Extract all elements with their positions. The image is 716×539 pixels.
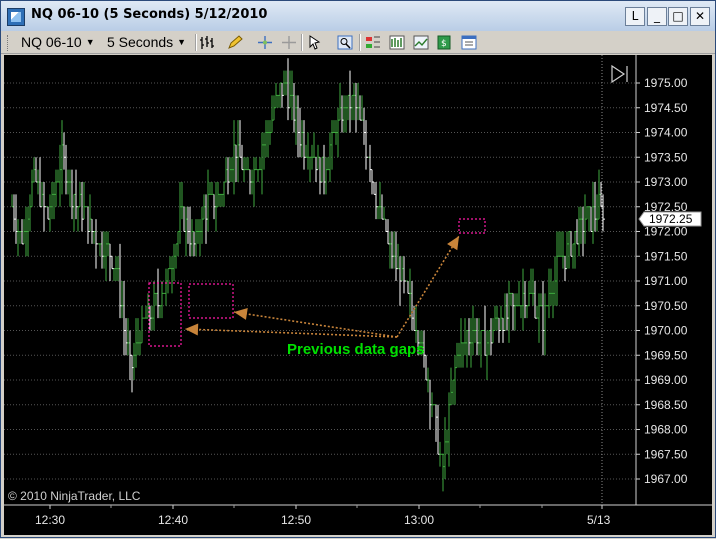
- data-gap-markers: [148, 218, 486, 347]
- chevron-down-icon: ▼: [177, 37, 187, 47]
- toolbar-grip[interactable]: [7, 35, 11, 51]
- properties-icon[interactable]: [461, 35, 477, 50]
- price-chart-canvas[interactable]: Previous data gaps 1975.00 1974.50 1974.00…: [4, 55, 712, 535]
- price-tick-label: 1969.50: [644, 348, 688, 362]
- pointer-icon[interactable]: [307, 35, 323, 50]
- price-tick-label: 1971.00: [644, 274, 688, 288]
- scroll-to-end-icon[interactable]: [608, 63, 632, 85]
- price-tick-label: 1967.00: [644, 472, 688, 486]
- data-gap-box: [458, 218, 486, 234]
- svg-text:$: $: [441, 39, 447, 49]
- price-tick-label: 1970.50: [644, 299, 688, 313]
- data-series-icon[interactable]: $: [436, 35, 452, 50]
- instrument-label: NQ 06-10: [21, 34, 82, 50]
- annotation-arrowhead: [447, 236, 459, 251]
- gap-annotation-text: Previous data gaps: [287, 341, 425, 358]
- price-tick-label: 1969.00: [644, 373, 688, 387]
- price-tick-label: 1970.00: [644, 324, 688, 338]
- last-price-marker: 1972.25: [638, 211, 702, 227]
- annotation-arrowhead: [185, 323, 199, 336]
- chevron-down-icon: ▼: [85, 37, 95, 47]
- annotation-arrow-line: [396, 235, 460, 338]
- price-tick-label: 1974.50: [644, 101, 688, 115]
- chart-trader-icon[interactable]: [365, 35, 381, 50]
- price-tick-label: 1973.00: [644, 175, 688, 189]
- price-tick-label: 1973.50: [644, 150, 688, 164]
- price-tick-label: 1971.50: [644, 249, 688, 263]
- price-tick-label: 1972.00: [644, 225, 688, 239]
- global-crosshair-icon[interactable]: [281, 35, 297, 50]
- time-tick-label: 5/13: [587, 513, 611, 527]
- annotation-arrowhead: [234, 308, 248, 320]
- data-gap-box: [188, 283, 234, 319]
- maximize-button[interactable]: □: [668, 7, 688, 26]
- title-bar[interactable]: NQ 06-10 (5 Seconds) 5/12/2010 L _ □ ✕: [1, 1, 715, 32]
- last-price-label: 1972.25: [649, 212, 693, 226]
- time-tick-label: 13:00: [404, 513, 434, 527]
- ninjatrader-app-icon: [7, 8, 25, 26]
- time-tick-label: 12:30: [35, 513, 65, 527]
- interval-label: 5 Seconds: [107, 34, 174, 50]
- strategies-icon[interactable]: [413, 35, 429, 50]
- toolbar-separator: [301, 34, 303, 51]
- pencil-draw-icon[interactable]: [227, 35, 243, 50]
- instrument-selector[interactable]: NQ 06-10 ▼: [21, 34, 95, 50]
- time-tick-label: 12:40: [158, 513, 188, 527]
- copyright-text: © 2010 NinjaTrader, LLC: [8, 489, 141, 503]
- annotation-arrow-line: [184, 328, 398, 338]
- interval-selector[interactable]: 5 Seconds ▼: [107, 34, 186, 50]
- chart-grid: [4, 55, 636, 505]
- minimize-button[interactable]: _: [647, 7, 667, 26]
- bar-type-icon[interactable]: [199, 35, 215, 50]
- indicators-icon[interactable]: [389, 35, 405, 50]
- time-axis[interactable]: 12:30 12:40 12:50 13:00 5/13: [4, 504, 712, 527]
- zoom-icon[interactable]: [337, 35, 353, 50]
- annotation-arrows: [184, 235, 460, 338]
- price-axis[interactable]: 1975.00 1974.50 1974.00 1973.50 1973.00 1972.…: [635, 55, 688, 505]
- chart-toolbar: NQ 06-10 ▼ 5 Seconds ▼ $: [1, 31, 715, 54]
- link-button[interactable]: L: [625, 7, 645, 26]
- price-chart[interactable]: Previous data gaps 1975.00 1974.50 1974.00…: [4, 55, 712, 535]
- time-tick-label: 12:50: [281, 513, 311, 527]
- price-tick-label: 1975.00: [644, 76, 688, 90]
- price-tick-label: 1968.00: [644, 423, 688, 437]
- price-bars: [11, 58, 605, 492]
- crosshair-icon[interactable]: [257, 35, 273, 50]
- chart-window: NQ 06-10 (5 Seconds) 5/12/2010 L _ □ ✕ N…: [0, 0, 716, 538]
- price-tick-label: 1968.50: [644, 398, 688, 412]
- toolbar-separator: [359, 34, 361, 51]
- window-title: NQ 06-10 (5 Seconds) 5/12/2010: [31, 7, 268, 22]
- price-tick-label: 1967.50: [644, 447, 688, 461]
- price-tick-label: 1974.00: [644, 126, 688, 140]
- toolbar-separator: [195, 34, 197, 51]
- close-button[interactable]: ✕: [690, 7, 710, 26]
